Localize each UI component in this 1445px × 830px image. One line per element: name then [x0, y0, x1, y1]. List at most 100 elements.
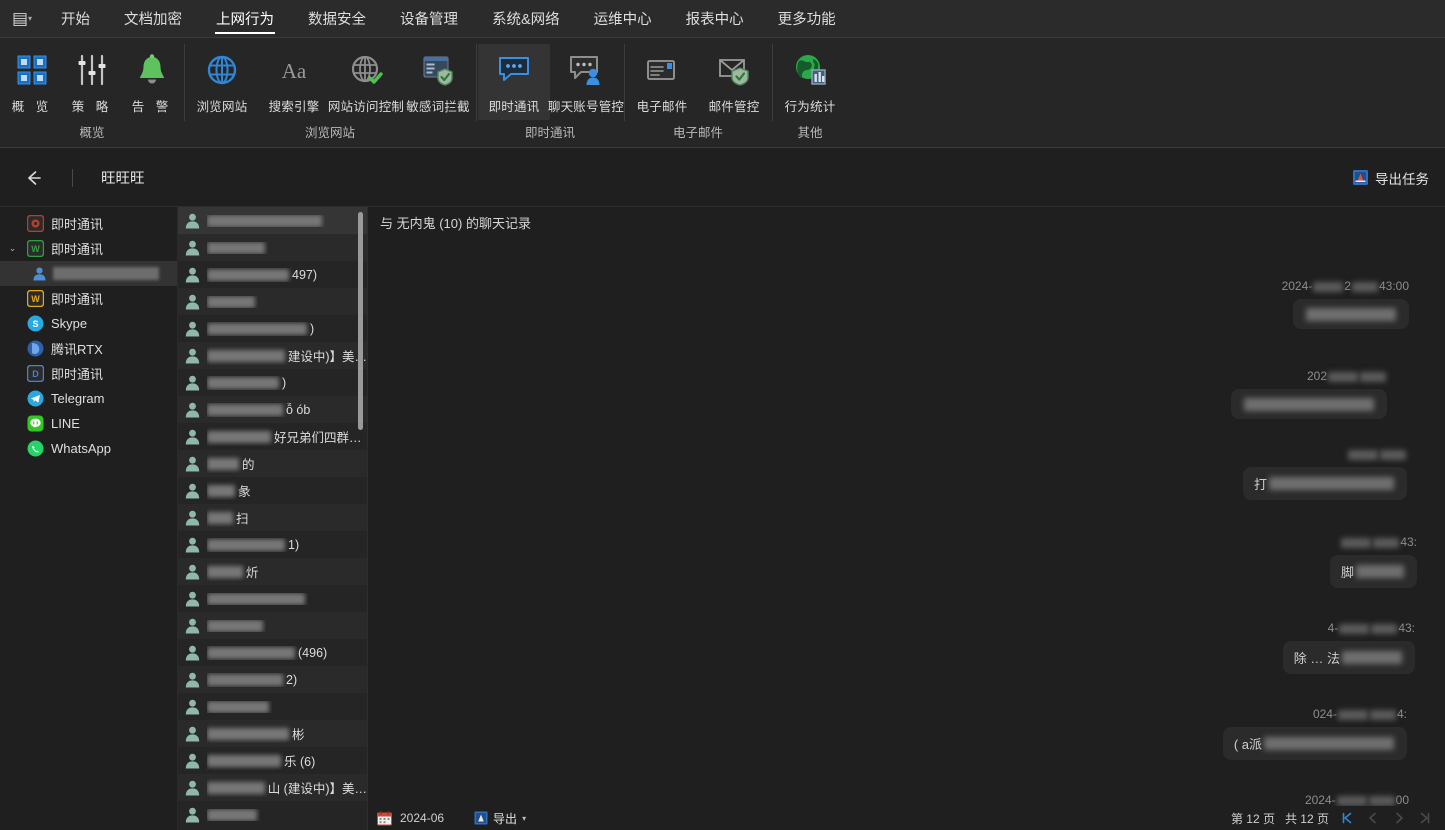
export-button-label: 导出	[493, 811, 518, 826]
contacts-scrollbar[interactable]	[358, 212, 363, 430]
date-filter[interactable]: 2024-06 导出 ▾	[369, 810, 526, 827]
message-bubble[interactable]: 除 … 法	[1282, 641, 1415, 674]
contact-name	[207, 808, 260, 821]
chat-header-title: 与 无内鬼 (10) 的聊天记录	[380, 215, 531, 231]
ribbon-button-chat-bubble[interactable]: 即时通讯	[478, 44, 550, 120]
first-page-icon[interactable]	[1339, 810, 1355, 826]
sidebar-item-5[interactable]: 腾讯RTX	[0, 336, 177, 361]
contact-name: 2)	[207, 673, 297, 687]
sidebar-item-7[interactable]: Telegram	[0, 386, 177, 411]
ribbon-button-globe-browse[interactable]: 浏览网站	[186, 44, 258, 120]
contact-name: (496)	[207, 646, 327, 660]
chat-message: 024- 4: ( a派	[1222, 707, 1407, 760]
ribbon-button-font-aa-search[interactable]: Aa 搜索引擎	[258, 44, 330, 120]
prev-page-icon[interactable]	[1365, 810, 1381, 826]
sidebar-item-8[interactable]: LINE	[0, 411, 177, 436]
contact-list-item[interactable]: 好兄弟们四群…	[178, 423, 367, 450]
export-task-icon	[1352, 169, 1369, 186]
message-bubble[interactable]: 脚	[1329, 555, 1417, 588]
contact-list-item[interactable]	[178, 612, 367, 639]
contact-list-item[interactable]: 建设中)】美…	[178, 342, 367, 369]
contact-list-item[interactable]: )	[178, 369, 367, 396]
ribbon-button-globe-stats[interactable]: 行为统计	[774, 44, 846, 120]
contact-avatar-icon	[184, 671, 201, 688]
contact-name: 彬	[207, 724, 305, 743]
redacted-contact-name	[207, 808, 257, 821]
contact-list-item[interactable]: ỗ ób	[178, 396, 367, 423]
menu-item-1[interactable]: 文档加密	[107, 0, 199, 38]
menu-item-2[interactable]: 上网行为	[199, 0, 291, 38]
contact-list-item[interactable]: 497)	[178, 261, 367, 288]
sidebar-account-row[interactable]	[0, 261, 177, 286]
message-bubble[interactable]	[1293, 299, 1409, 329]
contact-list-item[interactable]: (496)	[178, 639, 367, 666]
sidebar-item-4[interactable]: S Skype	[0, 311, 177, 336]
redacted-timestamp-part	[1348, 449, 1378, 460]
ribbon-button-bell-alert[interactable]: 告 警	[122, 44, 182, 120]
menu-item-6[interactable]: 运维中心	[577, 0, 669, 38]
ribbon-button-sliders-policy[interactable]: 策 略	[62, 44, 122, 120]
window-shield-icon	[421, 48, 455, 92]
sidebar-item-0[interactable]: 即时通讯	[0, 211, 177, 236]
grid-overview-icon	[15, 48, 49, 92]
menu-item-5[interactable]: 系统&网络	[475, 0, 577, 38]
sidebar-item-3[interactable]: W 即时通讯	[0, 286, 177, 311]
page-title: 旺旺旺	[101, 171, 145, 187]
contact-list-item[interactable]	[178, 288, 367, 315]
menu-item-4[interactable]: 设备管理	[383, 0, 475, 38]
contact-list-item[interactable]: 乐 (6)	[178, 747, 367, 774]
contact-avatar-icon	[184, 536, 201, 553]
ribbon-button-globe-check[interactable]: 网站访问控制	[328, 44, 404, 120]
message-bubble[interactable]	[1231, 389, 1387, 419]
sidebar-item-1[interactable]: ⌄ W 即时通讯	[0, 236, 177, 261]
contact-list-item[interactable]: 彬	[178, 720, 367, 747]
ribbon-button-window-shield[interactable]: 敏感词拦截	[402, 44, 474, 120]
contact-list-item[interactable]: 彖	[178, 477, 367, 504]
back-arrow-icon[interactable]	[18, 163, 48, 193]
contact-list-item[interactable]	[178, 585, 367, 612]
app-menu-icon[interactable]: ▤ ▾	[0, 0, 44, 38]
ribbon-button-envelope[interactable]: 电子邮件	[626, 44, 698, 120]
contact-list-panel[interactable]: 497)) 建设中)】美…) ỗ ób 好兄弟们四群… 的彖扫 1) 炘 (496) 2) 彬乐 …	[178, 207, 368, 830]
contact-list-item[interactable]: 2)	[178, 666, 367, 693]
contact-list-item[interactable]: 炘	[178, 558, 367, 585]
application-window: ▤ ▾ 开始 文档加密 上网行为 数据安全 设备管理 系统&网络 运维中心 报表中心 更多功能 概…	[0, 0, 1445, 830]
contact-list-item[interactable]	[178, 207, 367, 234]
ribbon-button-envelope-shield[interactable]: 邮件管控	[698, 44, 770, 120]
export-button[interactable]: 导出 ▾	[474, 810, 526, 827]
contact-list-item[interactable]: )	[178, 315, 367, 342]
contact-list-item[interactable]	[178, 234, 367, 261]
contact-list-item[interactable]: 1)	[178, 531, 367, 558]
ribbon-group-label: 其他	[797, 126, 823, 140]
sidebar-item-label: 即时通讯	[51, 242, 104, 257]
message-text: 打	[1253, 477, 1267, 492]
contact-list-item[interactable]: 扫	[178, 504, 367, 531]
sidebar-item-label: 即时通讯	[51, 367, 104, 382]
export-task-button[interactable]: 导出任务	[1352, 168, 1429, 188]
sidebar-item-6[interactable]: D 即时通讯	[0, 361, 177, 386]
menu-item-0[interactable]: 开始	[44, 0, 107, 38]
timestamp-prefix: 2024-	[1304, 793, 1336, 807]
menu-item-7[interactable]: 报表中心	[669, 0, 761, 38]
contact-list-item[interactable]: 的	[178, 450, 367, 477]
page-header: 旺旺旺 导出任务	[0, 149, 1445, 207]
ribbon-button-grid-overview[interactable]: 概 览	[2, 44, 62, 120]
contact-avatar-icon	[184, 752, 201, 769]
contact-list-item[interactable]	[178, 693, 367, 720]
menu-item-8[interactable]: 更多功能	[761, 0, 853, 38]
globe-browse-icon	[205, 48, 239, 92]
chat-header: 与 无内鬼 (10) 的聊天记录	[368, 207, 1445, 237]
last-page-icon[interactable]	[1417, 810, 1433, 826]
chat-message-list[interactable]: 2024- 2 43:00 202 打 43: 脚 4- 43: 除 … 法 024- 4: ( a派 2…	[368, 237, 1445, 830]
chevron-down-icon[interactable]: ⌄	[6, 243, 19, 254]
whatsapp-icon	[26, 440, 44, 458]
menu-item-3[interactable]: 数据安全	[291, 0, 383, 38]
contact-list-item[interactable]	[178, 801, 367, 828]
sidebar-item-9[interactable]: WhatsApp	[0, 436, 177, 461]
message-bubble[interactable]: 打	[1242, 467, 1407, 500]
ribbon-button-chat-user[interactable]: 聊天账号管控	[548, 44, 624, 120]
next-page-icon[interactable]	[1391, 810, 1407, 826]
contact-list-item[interactable]: 山 (建设中)】美…	[178, 774, 367, 801]
message-bubble[interactable]: ( a派	[1222, 727, 1407, 760]
globe-check-icon	[349, 48, 383, 92]
